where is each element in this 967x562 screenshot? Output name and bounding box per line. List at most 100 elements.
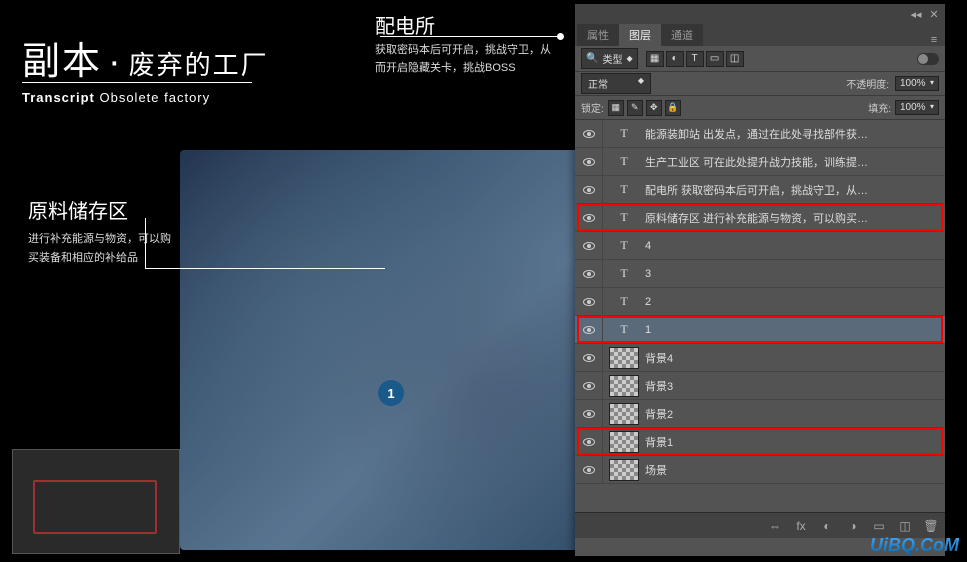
panel-menu-icon[interactable]: ≡ xyxy=(927,34,941,46)
visibility-toggle[interactable] xyxy=(575,232,603,259)
text-layer-icon: T xyxy=(609,207,639,229)
visibility-toggle[interactable] xyxy=(575,204,603,231)
layers-list[interactable]: T 能源装卸站 出发点，通过在此处寻找部件获… T 生产工业区 可在此处提升战力技能，… xyxy=(575,120,945,512)
layer-row[interactable]: T原料储存区 进行补充能源与物资，可以购买… xyxy=(575,204,945,232)
layer-name: 背景2 xyxy=(645,406,945,422)
filter-pixel-icon[interactable]: ▦ xyxy=(646,51,664,67)
blend-row: 正常 ◆ 不透明度: 100% ▾ xyxy=(575,72,945,96)
visibility-toggle[interactable] xyxy=(575,372,603,399)
filter-shape-icon[interactable]: ▭ xyxy=(706,51,724,67)
opacity-value: 100% xyxy=(900,78,926,89)
layer-row[interactable]: T 生产工业区 可在此处提升战力技能，训练提… xyxy=(575,148,945,176)
text-layer-icon: T xyxy=(609,179,639,201)
layer-row[interactable]: T1 xyxy=(575,316,945,344)
trash-icon[interactable]: 🗑 xyxy=(923,518,939,534)
eye-icon xyxy=(583,354,595,362)
opacity-input[interactable]: 100% ▾ xyxy=(895,76,939,91)
map-marker-1: 1 xyxy=(378,380,404,406)
panel-tabs: 属性 图层 通道 ≡ xyxy=(575,24,945,46)
layer-row[interactable]: T配电所 获取密码本后可开启，挑战守卫，从… xyxy=(575,176,945,204)
filter-smart-icon[interactable]: ◫ xyxy=(726,51,744,67)
visibility-toggle[interactable] xyxy=(575,400,603,427)
layer-name: 背景4 xyxy=(645,350,945,366)
visibility-toggle[interactable] xyxy=(575,260,603,287)
leader-line-top xyxy=(380,36,560,37)
layer-name: 背景1 xyxy=(645,434,945,450)
eye-icon xyxy=(583,186,595,194)
layer-name: 1 xyxy=(645,324,945,336)
chevron-down-icon: ◆ xyxy=(626,54,632,63)
fill-value: 100% xyxy=(900,102,926,113)
title-underline xyxy=(22,82,252,83)
layer-name: 3 xyxy=(645,268,945,280)
text-layer-icon: T xyxy=(609,263,639,285)
chevron-down-icon: ▾ xyxy=(930,102,934,113)
visibility-toggle[interactable] xyxy=(575,428,603,455)
tab-layers[interactable]: 图层 xyxy=(619,24,661,46)
lock-pixels-icon[interactable]: ✎ xyxy=(627,100,643,116)
eye-icon xyxy=(583,270,595,278)
lock-position-icon[interactable]: ✥ xyxy=(646,100,662,116)
layer-row[interactable]: T4 xyxy=(575,232,945,260)
fx-icon[interactable]: fx xyxy=(793,518,809,534)
layer-name: 生产工业区 可在此处提升战力技能，训练提… xyxy=(645,154,945,170)
eye-icon xyxy=(583,298,595,306)
layer-thumbnail xyxy=(609,347,639,369)
visibility-toggle[interactable] xyxy=(575,344,603,371)
group-icon[interactable]: ▭ xyxy=(871,518,887,534)
title-en-bold: Transcript xyxy=(22,90,95,105)
filter-kind-dropdown[interactable]: 🔍 类型 ◆ xyxy=(581,48,638,69)
visibility-toggle[interactable] xyxy=(575,316,603,343)
visibility-toggle[interactable] xyxy=(575,456,603,483)
layer-row[interactable]: 背景2 xyxy=(575,400,945,428)
text-layer-icon: T xyxy=(609,291,639,313)
desc-distribution: 获取密码本后可开启，挑战守卫，从而开启隐藏关卡，挑战BOSS xyxy=(375,42,555,77)
lock-row: 锁定: ▦ ✎ ✥ 🔒 填充: 100% ▾ xyxy=(575,96,945,120)
lock-all-icon[interactable]: 🔒 xyxy=(665,100,681,116)
visibility-toggle[interactable] xyxy=(575,288,603,315)
layer-row[interactable]: T2 xyxy=(575,288,945,316)
new-layer-icon[interactable]: ◫ xyxy=(897,518,913,534)
opacity-label: 不透明度: xyxy=(846,76,889,91)
layer-row[interactable]: 背景1 xyxy=(575,428,945,456)
text-layer-icon: T xyxy=(609,123,639,145)
visibility-toggle[interactable] xyxy=(575,120,603,147)
label-storage: 原料储存区 xyxy=(28,195,128,224)
layer-name: 4 xyxy=(645,240,945,252)
panel-close-icon[interactable]: ✕ xyxy=(927,8,941,20)
visibility-toggle[interactable] xyxy=(575,176,603,203)
filter-toggle[interactable] xyxy=(917,53,939,65)
lock-label: 锁定: xyxy=(581,100,604,115)
fill-input[interactable]: 100% ▾ xyxy=(895,100,939,115)
layer-name: 能源装卸站 出发点，通过在此处寻找部件获… xyxy=(645,126,945,142)
title-en-rest: Obsolete factory xyxy=(99,90,210,105)
layer-thumbnail xyxy=(609,403,639,425)
eye-icon xyxy=(583,130,595,138)
layer-row[interactable]: 背景4 xyxy=(575,344,945,372)
layer-row[interactable]: T 能源装卸站 出发点，通过在此处寻找部件获… xyxy=(575,120,945,148)
blend-mode-value: 正常 xyxy=(588,76,608,91)
panel-collapse-icon[interactable]: ◂◂ xyxy=(909,8,923,20)
filter-adjust-icon[interactable]: ◐ xyxy=(666,51,684,67)
link-layers-icon[interactable]: ⇔ xyxy=(767,518,783,534)
layer-row[interactable]: T3 xyxy=(575,260,945,288)
blend-mode-dropdown[interactable]: 正常 ◆ xyxy=(581,73,651,94)
fill-label: 填充: xyxy=(868,100,891,115)
text-layer-icon: T xyxy=(609,151,639,173)
layer-row[interactable]: 背景3 xyxy=(575,372,945,400)
adjustment-icon[interactable]: ◑ xyxy=(845,518,861,534)
panel-header: ◂◂ ✕ xyxy=(575,4,945,24)
eye-icon xyxy=(583,410,595,418)
tab-channels[interactable]: 通道 xyxy=(661,24,703,46)
lock-transparent-icon[interactable]: ▦ xyxy=(608,100,624,116)
layer-row[interactable]: 场景 xyxy=(575,456,945,484)
filter-text-icon[interactable]: T xyxy=(686,51,704,67)
tab-properties[interactable]: 属性 xyxy=(577,24,619,46)
mask-icon[interactable]: ◐ xyxy=(819,518,835,534)
layer-name: 背景3 xyxy=(645,378,945,394)
chevron-down-icon: ▾ xyxy=(930,78,934,89)
eye-icon xyxy=(583,242,595,250)
title-sub: 废弃的工厂 xyxy=(129,50,269,80)
visibility-toggle[interactable] xyxy=(575,148,603,175)
chevron-down-icon: ◆ xyxy=(638,76,644,91)
